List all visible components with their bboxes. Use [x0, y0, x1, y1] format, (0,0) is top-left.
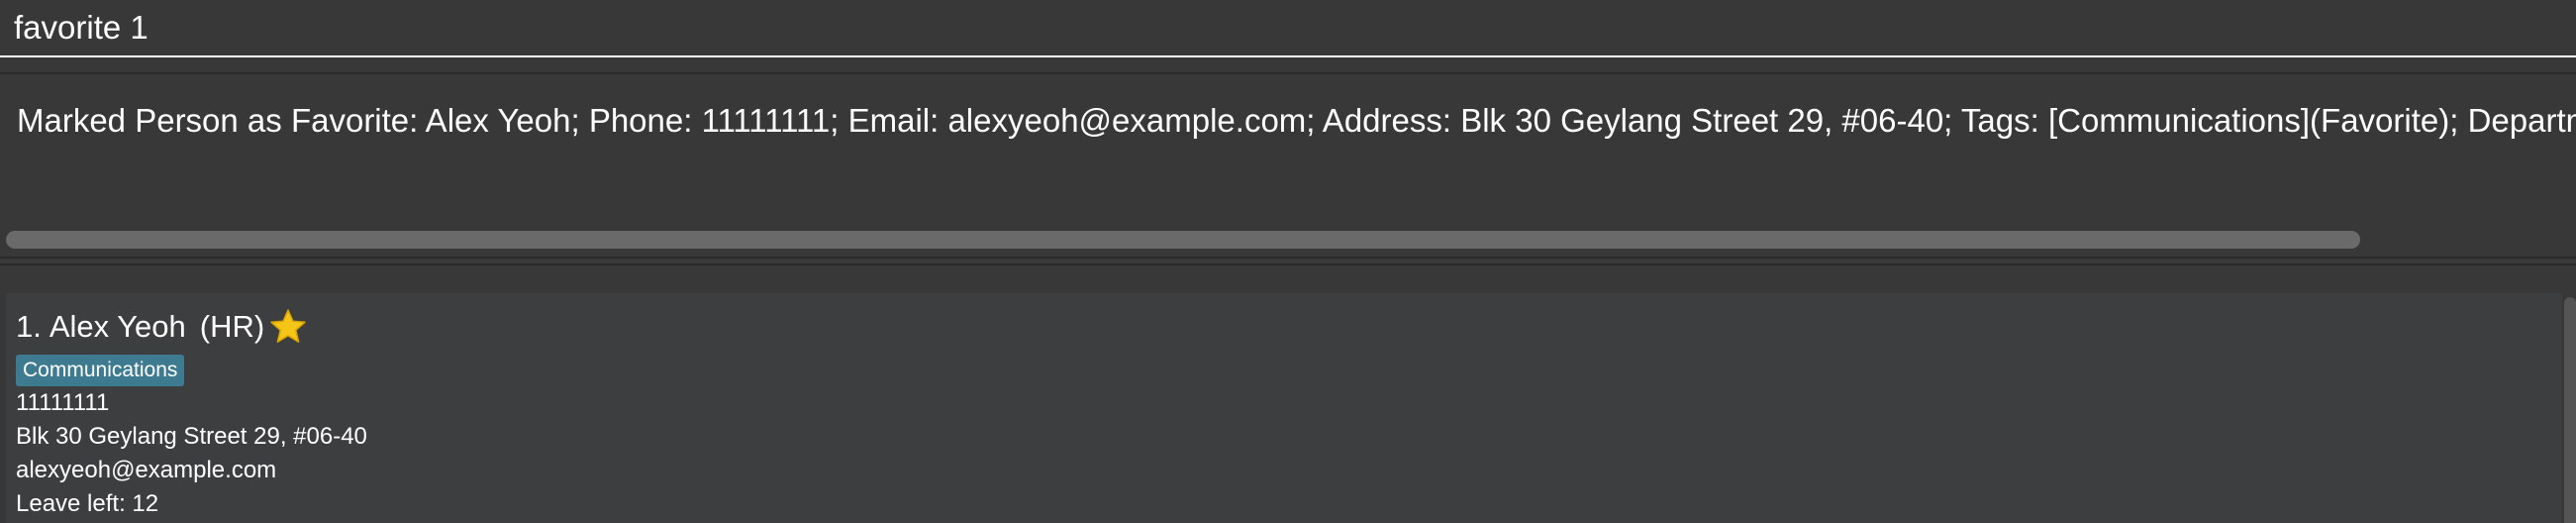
result-message: Marked Person as Favorite: Alex Yeoh; Ph… — [17, 102, 2576, 139]
person-leave: Leave left: 12 — [16, 490, 159, 517]
person-email: alexyeoh@example.com — [16, 457, 277, 483]
app-window: Marked Person as Favorite: Alex Yeoh; Ph… — [0, 0, 2576, 523]
divider — [0, 257, 2576, 259]
person-department: (HR) — [199, 309, 265, 344]
star-icon — [268, 307, 308, 347]
result-display: Marked Person as Favorite: Alex Yeoh; Ph… — [0, 75, 2576, 258]
person-name-row: 1. Alex Yeoh (HR) — [16, 305, 308, 349]
command-input[interactable] — [0, 0, 2576, 57]
person-index: 1. — [16, 309, 42, 344]
horizontal-scrollbar-thumb[interactable] — [6, 231, 2360, 249]
person-card[interactable] — [6, 293, 2562, 523]
divider — [0, 72, 2576, 74]
person-list — [0, 265, 2576, 523]
person-address: Blk 30 Geylang Street 29, #06-40 — [16, 423, 367, 450]
command-box — [0, 0, 2576, 57]
tag-communications: Communications — [16, 355, 185, 386]
vertical-scrollbar[interactable] — [2564, 297, 2576, 523]
person-name: Alex Yeoh — [49, 309, 186, 344]
person-phone: 11111111 — [16, 389, 110, 416]
